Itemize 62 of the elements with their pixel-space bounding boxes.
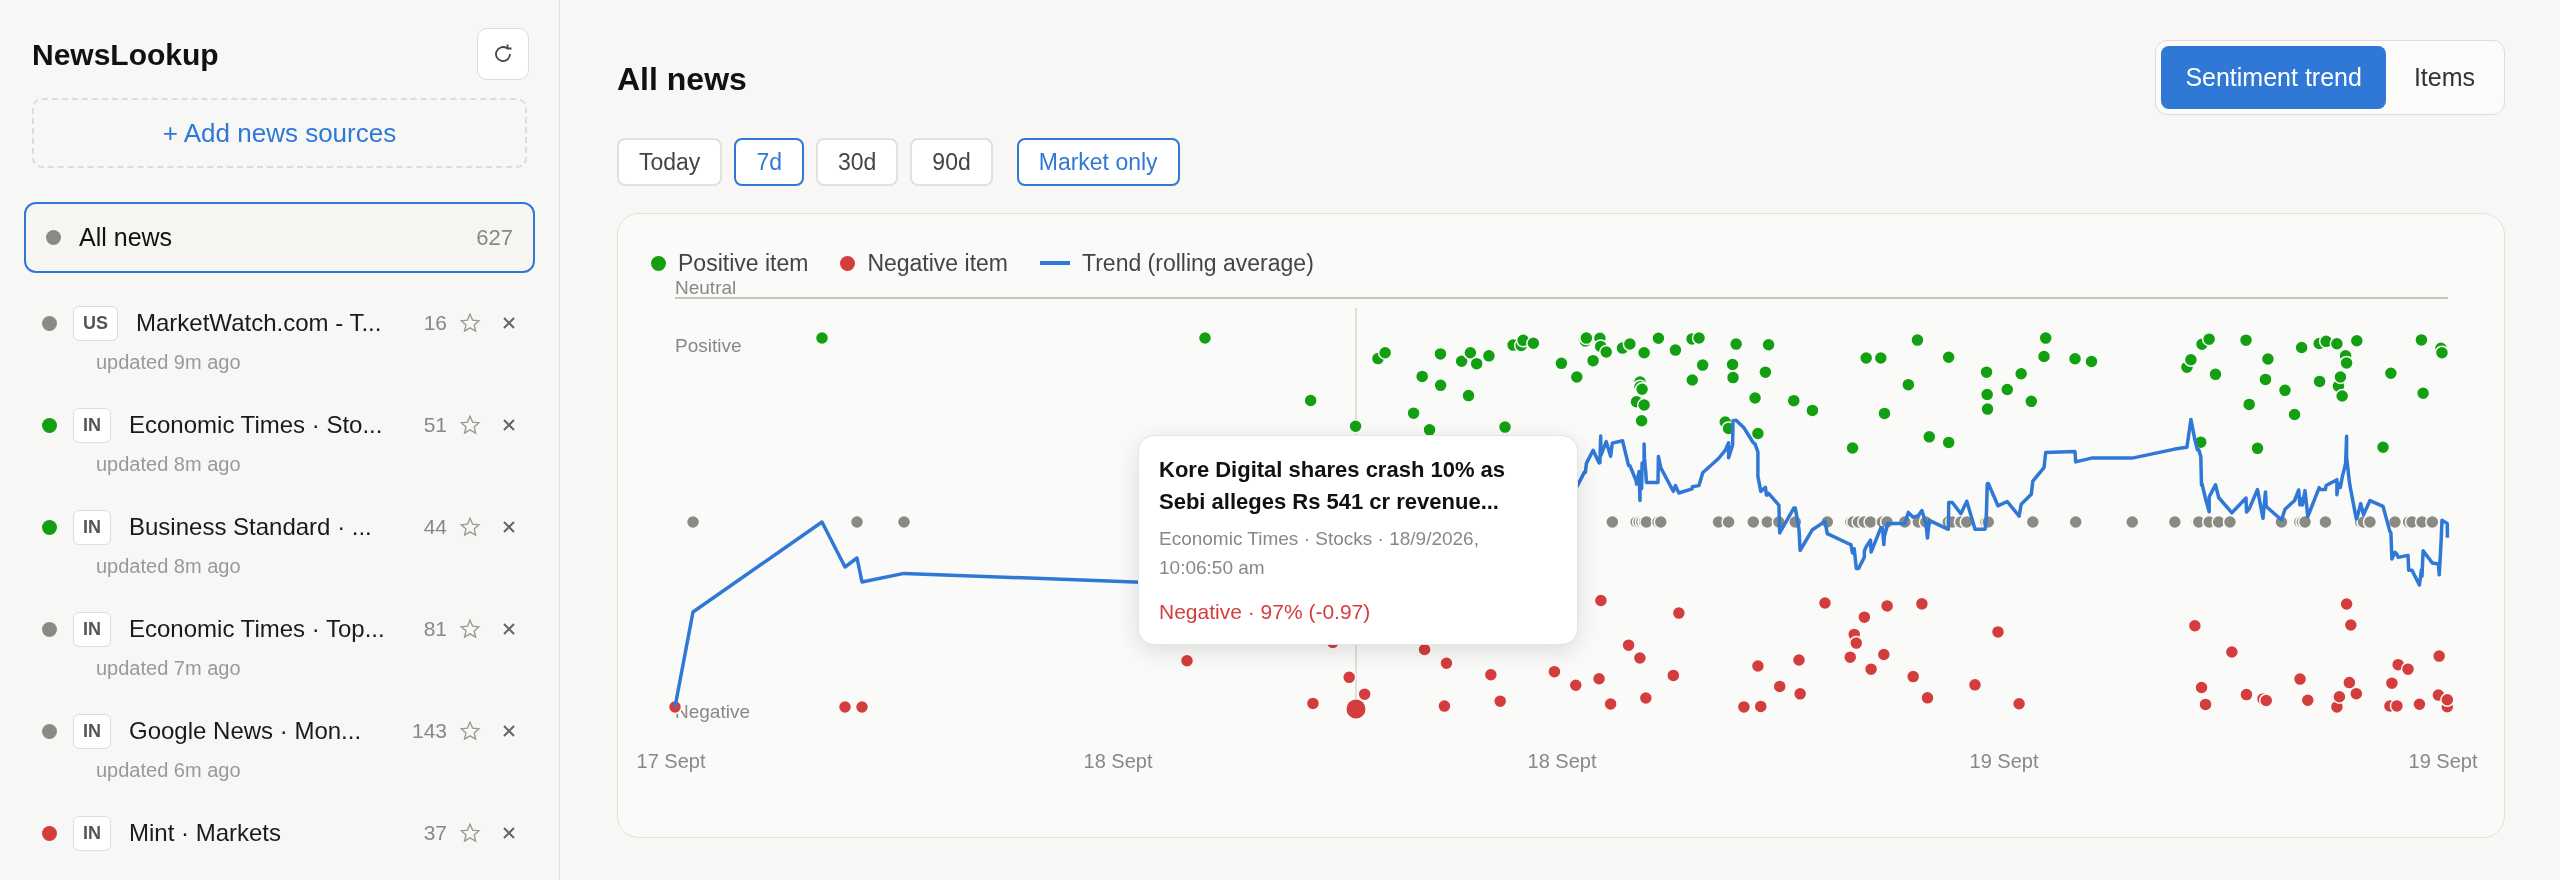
- period-filter[interactable]: 90d: [910, 138, 993, 186]
- tick-label: 18 Sept: [1527, 750, 1597, 772]
- close-icon[interactable]: [501, 723, 517, 739]
- item-count: 37: [423, 820, 447, 847]
- tick-label: 19 Sept: [1969, 750, 2039, 772]
- all-news-item[interactable]: All news 627: [24, 202, 535, 273]
- tick-label: 18 Sept: [1083, 750, 1153, 772]
- updated-time: updated 8m ago: [96, 554, 242, 579]
- region-badge: IN: [73, 611, 111, 647]
- star-icon[interactable]: [459, 414, 481, 436]
- region-badge: IN: [73, 815, 111, 851]
- close-icon[interactable]: [501, 621, 517, 637]
- item-count: 51: [423, 412, 447, 439]
- tooltip-title: Kore Digital shares crash 10% as Sebi alleges Rs 541 cr revenue...: [1159, 456, 1507, 516]
- tooltip-meta: Economic Times · Stocks · 18/9/2026, 10:06:50 am: [1159, 527, 1480, 580]
- market-only-toggle[interactable]: Market only: [1016, 138, 1180, 186]
- app-title: NewsLookup: [32, 36, 219, 73]
- item-count: 143: [411, 718, 447, 745]
- source-name[interactable]: Business Standard · ...: [129, 509, 424, 545]
- updated-time: updated 9m ago: [96, 350, 242, 375]
- star-icon[interactable]: [459, 618, 481, 640]
- item-count: 16: [423, 310, 447, 337]
- close-icon[interactable]: [501, 315, 517, 331]
- updated-time: updated 6m ago: [96, 758, 242, 783]
- add-sources-button[interactable]: + Add news sources: [32, 98, 527, 168]
- close-icon[interactable]: [501, 519, 517, 535]
- legend-label: Positive item: [678, 248, 809, 278]
- period-filter[interactable]: 7d: [734, 138, 804, 186]
- star-icon[interactable]: [459, 516, 481, 538]
- source-name[interactable]: MarketWatch.com - T...: [136, 305, 424, 341]
- item-count: 627: [476, 224, 513, 252]
- item-count: 81: [423, 616, 447, 643]
- star-icon[interactable]: [459, 312, 481, 334]
- view-tab[interactable]: Sentiment trend: [2161, 46, 2386, 109]
- updated-time: updated 8m ago: [96, 452, 242, 477]
- region-badge: IN: [73, 407, 111, 443]
- period-filter[interactable]: 30d: [815, 138, 899, 186]
- region-badge: IN: [73, 509, 111, 545]
- region-badge: IN: [73, 713, 111, 749]
- close-icon[interactable]: [501, 825, 517, 841]
- star-icon[interactable]: [459, 720, 481, 742]
- region-badge: US: [73, 305, 118, 341]
- source-name[interactable]: Mint · Markets: [129, 815, 424, 851]
- star-icon[interactable]: [459, 822, 481, 844]
- axis-label: Positive: [675, 335, 742, 356]
- tick-label: 17 Sept: [636, 750, 706, 772]
- tick-label: 19 Sept: [2408, 750, 2478, 772]
- page-title: All news: [617, 60, 747, 99]
- tooltip-sentiment: Negative · 97% (-0.97): [1159, 599, 1372, 625]
- period-filter[interactable]: Today: [617, 138, 723, 186]
- updated-time: updated 7m ago: [96, 656, 242, 681]
- axis-label: Neutral: [675, 278, 737, 298]
- view-tab[interactable]: Items: [2389, 46, 2499, 109]
- source-name[interactable]: Google News · Mon...: [129, 713, 412, 749]
- legend-label: Trend (rolling average): [1082, 248, 1314, 278]
- source-name[interactable]: Economic Times · Sto...: [129, 407, 424, 443]
- source-name[interactable]: Economic Times · Top...: [129, 611, 424, 647]
- refresh-button[interactable]: [477, 28, 529, 80]
- all-news-label: All news: [79, 221, 174, 253]
- close-icon[interactable]: [501, 417, 517, 433]
- item-count: 44: [423, 514, 447, 541]
- legend-label: Negative item: [867, 248, 1008, 278]
